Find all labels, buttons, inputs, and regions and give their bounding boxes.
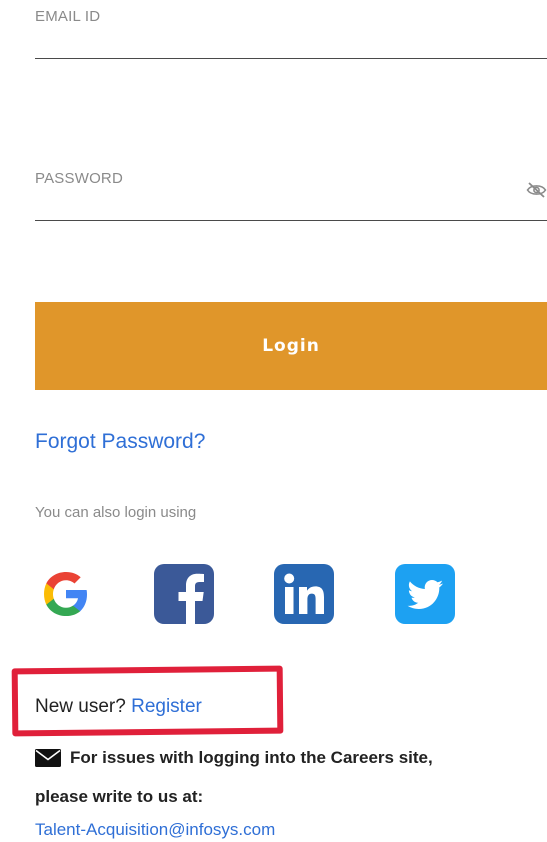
twitter-icon[interactable] [394, 563, 456, 625]
support-text-2: please write to us at: [35, 787, 204, 806]
email-label: EMAIL ID [35, 8, 101, 25]
linkedin-icon[interactable] [273, 563, 335, 625]
new-user-row: New user? Register [35, 696, 202, 718]
forgot-password-link[interactable]: Forgot Password? [35, 430, 205, 454]
support-line-1: For issues with logging into the Careers… [35, 748, 433, 768]
support-text-1: For issues with logging into the Careers… [70, 748, 433, 767]
support-email-link[interactable]: Talent-Acquisition@infosys.com [35, 820, 275, 840]
google-icon[interactable] [35, 563, 97, 625]
envelope-icon [35, 749, 61, 767]
password-underline [35, 220, 547, 221]
password-input[interactable] [35, 190, 515, 218]
social-login-heading: You can also login using [35, 504, 197, 521]
password-label: PASSWORD [35, 170, 123, 187]
new-user-prompt: New user? [35, 696, 132, 717]
eye-off-icon[interactable] [526, 180, 547, 200]
login-button[interactable]: Login [35, 302, 547, 390]
register-link[interactable]: Register [131, 696, 202, 717]
email-input[interactable] [35, 28, 515, 56]
facebook-icon[interactable] [153, 563, 215, 625]
email-underline [35, 58, 547, 59]
